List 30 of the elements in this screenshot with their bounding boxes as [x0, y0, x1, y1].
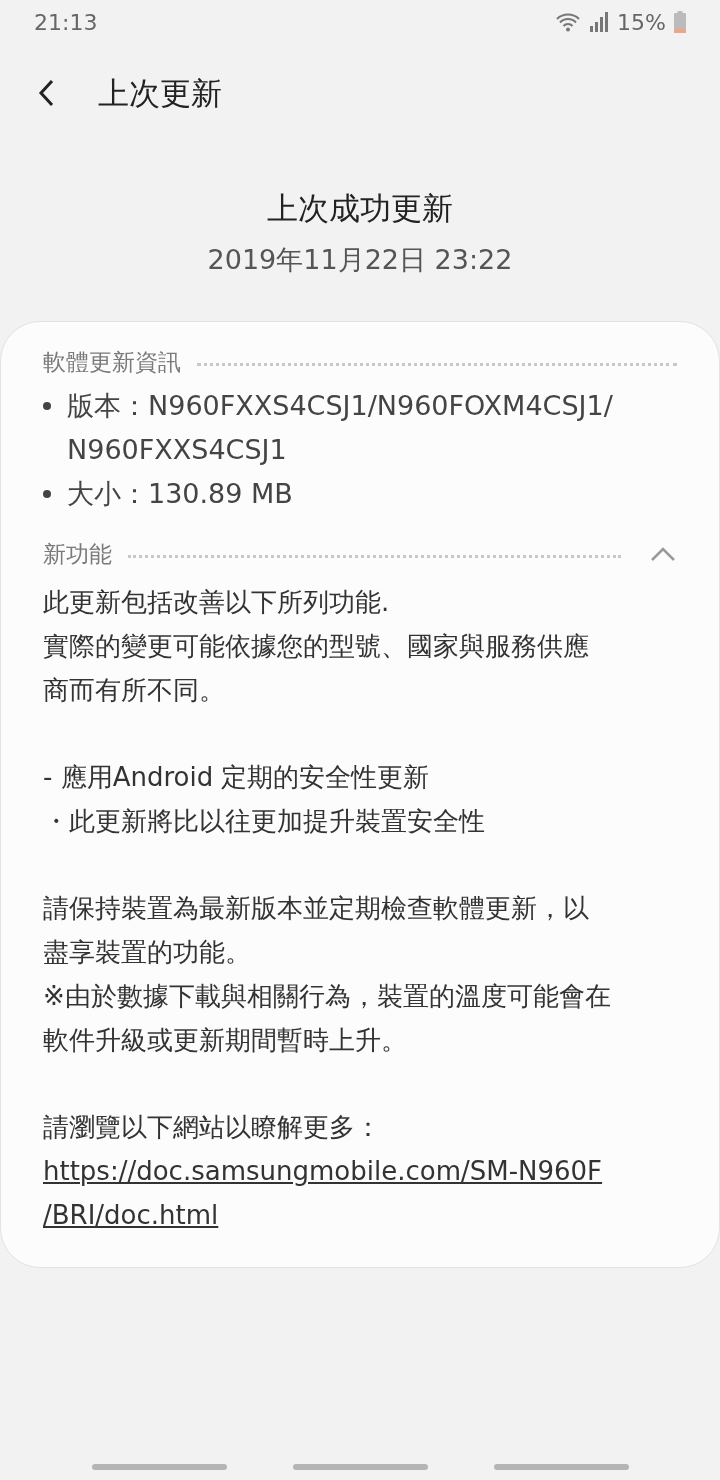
description-line: 請保持裝置為最新版本並定期檢查軟體更新，以: [43, 892, 589, 925]
bullet-icon: [43, 402, 51, 410]
section-title: 新功能: [43, 539, 112, 569]
battery-percent: 15%: [617, 8, 666, 37]
description-line: 請瀏覽以下網站以瞭解更多：: [43, 1111, 381, 1144]
description-line: 盡享裝置的功能。: [43, 936, 251, 969]
summary-title: 上次成功更新: [267, 189, 453, 228]
description-line: ・此更新將比以往更加提升裝置安全性: [43, 805, 485, 838]
nav-bar-handle[interactable]: [91, 1464, 227, 1470]
web-link[interactable]: /BRI/doc.html: [43, 1193, 219, 1237]
signal-icon: [589, 12, 610, 32]
nav-bar-handle[interactable]: [292, 1464, 428, 1470]
page-title: 上次更新: [98, 73, 222, 113]
update-date: 2019年11月22日 23:22: [207, 243, 513, 277]
battery-icon: [674, 11, 686, 33]
description-line: ※由於數據下載與相關行為，裝置的溫度可能會在: [43, 980, 611, 1013]
section-title: 軟體更新資訊: [43, 347, 181, 377]
bullet-icon: [43, 490, 51, 498]
status-time: 21:13: [34, 8, 98, 37]
info-line: N960FXXS4CSJ1: [67, 433, 288, 467]
wifi-icon: [555, 11, 582, 33]
description-line: 此更新包括改善以下所列功能.: [43, 586, 390, 619]
web-link[interactable]: https://doc.samsungmobile.com/SM-N960F: [43, 1149, 603, 1193]
description-line: 商而有所不同。: [43, 674, 225, 707]
description-line: 軟件升級或更新期間暫時上升。: [43, 1024, 407, 1057]
nav-bar-handle[interactable]: [493, 1464, 629, 1470]
info-line: 大小：130.89 MB: [67, 477, 293, 511]
info-line: 版本：N960FXXS4CSJ1/N960FOXM4CSJ1/: [67, 389, 613, 423]
description-line: 實際的變更可能依據您的型號、國家與服務供應: [43, 630, 589, 663]
description-line: - 應用Android 定期的安全性更新: [43, 761, 430, 794]
